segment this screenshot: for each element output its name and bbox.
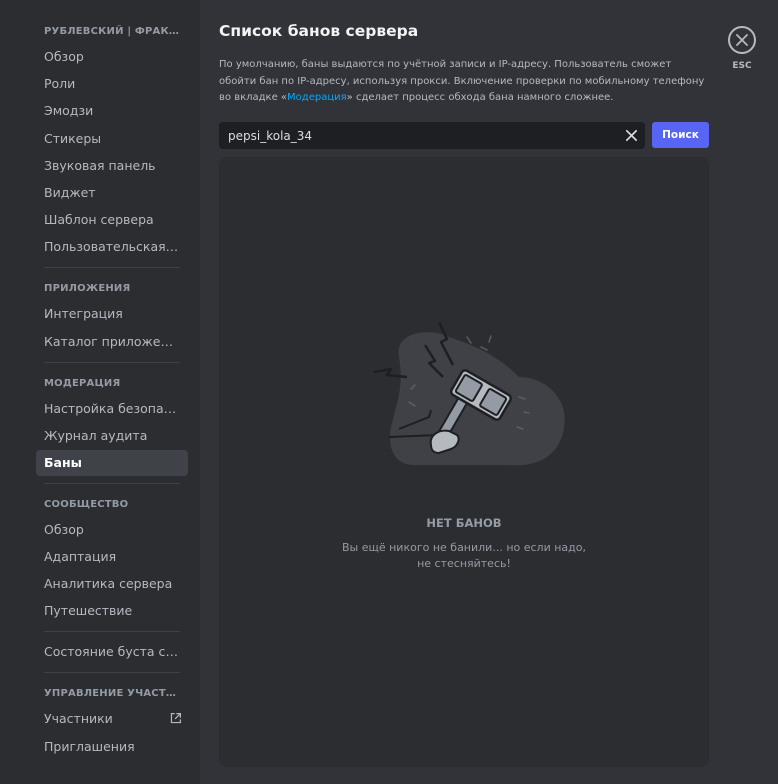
- section-header-members: УПРАВЛЕНИЕ УЧАСТНИКА...: [44, 688, 188, 700]
- sidebar-item-members-label: Участники: [44, 711, 113, 727]
- sidebar-item-server-insights[interactable]: Аналитика сервера: [36, 571, 188, 597]
- settings-sidebar: РУБЛЕВСКИЙ | ФРАКЦИИ Обзор Роли Эмодзи С…: [0, 0, 200, 784]
- sidebar-divider: [44, 482, 180, 484]
- close-settings[interactable]: ESC: [728, 26, 756, 71]
- sidebar-item-community-overview[interactable]: Обзор: [36, 517, 188, 543]
- bans-list-panel: НЕТ БАНОВ Вы ещё никого не банили... но …: [219, 157, 709, 767]
- sidebar-item-audit-log[interactable]: Журнал аудита: [36, 423, 188, 449]
- section-header-apps: ПРИЛОЖЕНИЯ: [44, 283, 131, 295]
- page-description: По умолчанию, баны выдаются по учётной з…: [219, 57, 709, 107]
- sidebar-item-custom-link[interactable]: Пользовательская сс...: [36, 234, 188, 260]
- sidebar-item-onboarding[interactable]: Адаптация: [36, 544, 188, 570]
- sidebar-divider: [44, 631, 180, 633]
- section-header-community: СООБЩЕСТВО: [44, 498, 129, 510]
- moderation-link[interactable]: Модерация: [287, 92, 347, 103]
- page-title: Список банов сервера: [219, 22, 419, 40]
- empty-state-title: НЕТ БАНОВ: [426, 516, 502, 530]
- description-text-2: » сделает процесс обхода бана намного сл…: [346, 92, 614, 103]
- sidebar-item-soundboard[interactable]: Звуковая панель: [36, 153, 188, 179]
- close-button[interactable]: [728, 26, 756, 54]
- ban-hammer-icon: [373, 321, 565, 466]
- sidebar-divider: [44, 267, 180, 269]
- sidebar-item-emoji[interactable]: Эмодзи: [36, 98, 188, 124]
- close-icon: [736, 34, 748, 46]
- search-box: [219, 122, 645, 149]
- sidebar-item-bans[interactable]: Баны: [36, 449, 188, 476]
- sidebar-divider: [44, 361, 180, 363]
- search-button[interactable]: Поиск: [652, 122, 709, 148]
- sidebar-item-discovery[interactable]: Путешествие: [36, 598, 188, 624]
- sidebar-item-invites[interactable]: Приглашения: [36, 734, 188, 760]
- main-content: Список банов сервера По умолчанию, баны …: [200, 0, 778, 784]
- sidebar-item-overview[interactable]: Обзор: [36, 44, 188, 70]
- search-input[interactable]: [219, 122, 615, 149]
- section-header-moderation: МОДЕРАЦИЯ: [44, 377, 121, 389]
- sidebar-item-widget[interactable]: Виджет: [36, 180, 188, 206]
- sidebar-item-integrations[interactable]: Интеграция: [36, 301, 188, 327]
- sidebar-item-roles[interactable]: Роли: [36, 71, 188, 97]
- clear-icon[interactable]: [624, 128, 639, 143]
- sidebar-item-app-directory[interactable]: Каталог приложений: [36, 329, 188, 355]
- section-header-server: РУБЛЕВСКИЙ | ФРАКЦИИ: [44, 26, 188, 37]
- esc-label: ESC: [732, 61, 752, 71]
- sidebar-divider: [44, 672, 180, 674]
- sidebar-item-server-template[interactable]: Шаблон сервера: [36, 207, 188, 233]
- sidebar-item-stickers[interactable]: Стикеры: [36, 126, 188, 152]
- empty-state-subtitle: Вы ещё никого не банили... но если надо,…: [341, 541, 586, 570]
- external-link-icon: [170, 713, 181, 724]
- sidebar-item-safety-setup[interactable]: Настройка безопасно...: [36, 396, 188, 422]
- sidebar-item-members[interactable]: Участники: [36, 706, 188, 732]
- sidebar-item-boost-status[interactable]: Состояние буста сервера: [36, 639, 188, 665]
